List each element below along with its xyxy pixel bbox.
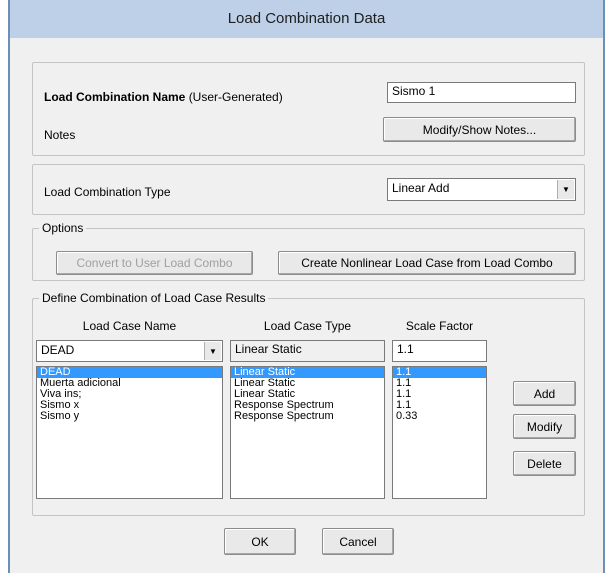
title-bar: Load Combination Data xyxy=(10,0,603,38)
combo-type-label: Load Combination Type xyxy=(44,185,171,199)
window-title: Load Combination Data xyxy=(227,10,386,27)
chevron-down-icon[interactable]: ▼ xyxy=(204,342,221,360)
list-item[interactable]: 0.33 xyxy=(393,411,486,422)
load-case-name-select[interactable]: DEAD ▼ xyxy=(36,340,223,362)
load-case-name-header: Load Case Name xyxy=(82,319,177,333)
list-item[interactable]: Response Spectrum xyxy=(231,411,384,422)
name-group: Load Combination Name (User-Generated) S… xyxy=(32,62,585,156)
ok-button[interactable]: OK xyxy=(224,528,296,555)
combo-name-input[interactable]: Sismo 1 xyxy=(387,82,576,103)
add-button[interactable]: Add xyxy=(513,381,576,406)
define-combination-group: Define Combination of Load Case Results … xyxy=(32,291,585,516)
load-case-type-header: Load Case Type xyxy=(263,319,352,333)
list-item[interactable]: Sismo y xyxy=(37,411,222,422)
scale-factor-header: Scale Factor xyxy=(405,319,474,333)
notes-label: Notes xyxy=(44,128,76,142)
scale-factor-list[interactable]: 1.1 1.1 1.1 1.1 0.33 xyxy=(392,366,487,499)
combo-type-select[interactable]: Linear Add ▼ xyxy=(387,178,576,201)
combo-name-label: Load Combination Name (User-Generated) xyxy=(44,90,283,104)
modify-show-notes-button[interactable]: Modify/Show Notes... xyxy=(383,117,576,142)
define-combination-legend: Define Combination of Load Case Results xyxy=(39,291,269,305)
load-case-type-list[interactable]: Linear Static Linear Static Linear Stati… xyxy=(230,366,385,499)
dialog-window: Load Combination Data Load Combination N… xyxy=(8,0,605,573)
delete-button[interactable]: Delete xyxy=(513,451,576,476)
load-case-type-field: Linear Static xyxy=(230,340,385,362)
chevron-down-icon[interactable]: ▼ xyxy=(557,180,574,199)
load-case-name-list[interactable]: DEAD Muerta adicional Viva ins; Sismo x … xyxy=(36,366,223,499)
options-group: Options Convert to User Load Combo Creat… xyxy=(32,221,585,281)
options-legend: Options xyxy=(39,221,87,235)
modify-button[interactable]: Modify xyxy=(513,414,576,439)
scale-factor-input[interactable]: 1.1 xyxy=(392,340,487,362)
create-nonlinear-case-button[interactable]: Create Nonlinear Load Case from Load Com… xyxy=(278,251,576,275)
convert-to-user-combo-button[interactable]: Convert to User Load Combo xyxy=(56,251,253,275)
cancel-button[interactable]: Cancel xyxy=(322,528,394,555)
type-group: Load Combination Type Linear Add ▼ xyxy=(32,164,585,215)
